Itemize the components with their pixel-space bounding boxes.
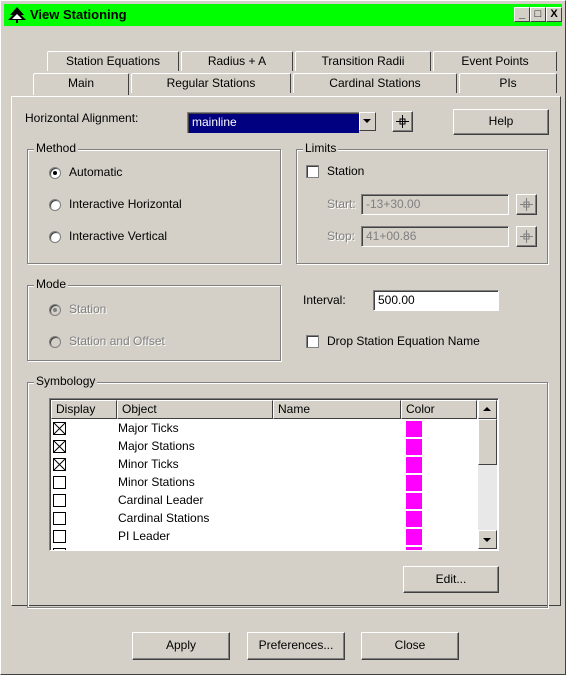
table-row[interactable]: Cardinal Leader — [51, 492, 476, 510]
start-station-field[interactable]: -13+30.00 — [361, 194, 509, 215]
column-header-object[interactable]: Object — [117, 400, 273, 419]
object-name: Major Stations — [118, 439, 195, 453]
help-button[interactable]: Help — [453, 109, 549, 135]
drop-station-equation-checkbox[interactable] — [306, 335, 319, 348]
radio-selected-dot — [53, 308, 57, 312]
arrow-down-icon — [483, 538, 491, 542]
tab-station-equations[interactable]: Station Equations — [47, 51, 179, 71]
display-checkbox[interactable] — [53, 494, 66, 507]
table-row[interactable]: Minor Ticks — [51, 456, 476, 474]
stop-station-field[interactable]: 41+00.86 — [361, 226, 509, 247]
display-checkbox[interactable] — [53, 458, 66, 471]
interval-label: Interval: — [303, 293, 346, 307]
method-interactive-horizontal-radio[interactable] — [49, 199, 61, 211]
scroll-thumb[interactable] — [478, 419, 497, 465]
method-interactive-horizontal-label: Interactive Horizontal — [69, 197, 182, 211]
maximize-button[interactable]: □ — [530, 7, 546, 22]
mode-station-offset-label: Station and Offset — [69, 334, 165, 348]
view-stationing-dialog: View Stationing _ □ X Station Equations … — [0, 0, 566, 675]
arrow-up-icon — [483, 407, 491, 411]
display-checkbox[interactable] — [53, 440, 66, 453]
stop-label: Stop: — [327, 229, 356, 243]
object-name: PI Leader — [118, 529, 171, 543]
mode-group: Mode — [27, 277, 281, 361]
window-title: View Stationing — [30, 7, 127, 22]
table-row[interactable]: Minor Stations — [51, 474, 476, 492]
object-name: Minor Ticks — [118, 457, 179, 471]
vertical-scrollbar[interactable] — [478, 400, 497, 549]
scroll-down-button[interactable] — [478, 530, 497, 549]
table-row[interactable]: Major Stations — [51, 438, 476, 456]
display-checkbox[interactable] — [53, 476, 66, 489]
display-checkbox[interactable] — [53, 530, 66, 543]
tab-main[interactable]: Main — [33, 73, 129, 95]
object-name: Cardinal Leader — [118, 493, 204, 507]
limits-legend: Limits — [303, 141, 339, 155]
method-automatic-radio[interactable] — [49, 167, 61, 179]
table-row[interactable]: Major Ticks — [51, 420, 476, 438]
object-name: Minor Stations — [118, 475, 195, 489]
mode-station-offset-radio[interactable] — [49, 336, 61, 348]
color-swatch[interactable] — [406, 457, 422, 473]
app-icon — [8, 6, 26, 24]
color-swatch[interactable] — [406, 493, 422, 509]
horizontal-alignment-dropdown[interactable]: mainline — [187, 112, 359, 133]
column-header-display[interactable]: Display — [51, 400, 117, 419]
scroll-up-button[interactable] — [478, 400, 497, 419]
method-interactive-vertical-label: Interactive Vertical — [69, 229, 168, 243]
limits-station-checkbox[interactable] — [306, 165, 319, 178]
display-checkbox[interactable] — [53, 548, 66, 550]
limits-station-label: Station — [327, 164, 365, 178]
column-header-color[interactable]: Color — [401, 400, 477, 419]
table-row[interactable]: Cardinal Stations — [51, 510, 476, 528]
mode-station-label: Station — [69, 302, 107, 316]
pick-alignment-button[interactable] — [392, 111, 413, 132]
symbology-table[interactable]: Display Object Name Color Major Ticks Ma… — [49, 398, 499, 551]
dropdown-arrow-button[interactable] — [359, 112, 376, 131]
color-swatch[interactable] — [406, 511, 422, 527]
method-interactive-vertical-radio[interactable] — [49, 231, 61, 243]
edit-button[interactable]: Edit... — [403, 566, 499, 593]
radio-selected-dot — [53, 171, 57, 175]
start-label: Start: — [327, 197, 356, 211]
horizontal-alignment-label: Horizontal Alignment: — [25, 111, 139, 125]
color-swatch[interactable] — [406, 529, 422, 545]
pick-stop-button[interactable] — [516, 226, 537, 247]
tab-cardinal-stations[interactable]: Cardinal Stations — [293, 73, 457, 93]
object-name: Major Ticks — [118, 421, 179, 435]
preferences-button[interactable]: Preferences... — [247, 632, 345, 660]
crosshair-icon — [520, 198, 533, 211]
column-header-name[interactable]: Name — [273, 400, 401, 419]
tab-event-points[interactable]: Event Points — [433, 51, 557, 71]
mode-legend: Mode — [34, 277, 69, 291]
tab-regular-stations[interactable]: Regular Stations — [131, 73, 291, 93]
tab-transition-radii[interactable]: Transition Radii — [295, 51, 431, 71]
apply-button[interactable]: Apply — [132, 632, 230, 660]
color-swatch[interactable] — [406, 439, 422, 455]
pick-start-button[interactable] — [516, 194, 537, 215]
chevron-down-icon — [363, 119, 371, 123]
table-row[interactable]: PI Leader — [51, 528, 476, 546]
table-row-partial[interactable] — [51, 546, 476, 550]
display-checkbox[interactable] — [53, 422, 66, 435]
drop-station-equation-label: Drop Station Equation Name — [327, 334, 480, 348]
object-name: Cardinal Stations — [118, 511, 210, 525]
color-swatch[interactable] — [406, 547, 422, 550]
close-window-button[interactable]: X — [546, 7, 562, 22]
display-checkbox[interactable] — [53, 512, 66, 525]
color-swatch[interactable] — [406, 475, 422, 491]
title-bar[interactable]: View Stationing _ □ X — [4, 4, 562, 26]
minimize-button[interactable]: _ — [514, 7, 530, 22]
mode-station-radio[interactable] — [49, 304, 61, 316]
symbology-legend: Symbology — [34, 374, 98, 388]
method-legend: Method — [34, 141, 79, 155]
crosshair-icon — [520, 230, 533, 243]
method-automatic-label: Automatic — [69, 165, 123, 179]
close-button[interactable]: Close — [361, 632, 459, 660]
crosshair-icon — [396, 115, 409, 128]
tab-radius-a[interactable]: Radius + A — [181, 51, 293, 71]
interval-field[interactable]: 500.00 — [373, 290, 499, 311]
tab-pis[interactable]: PIs — [459, 73, 557, 93]
color-swatch[interactable] — [406, 421, 422, 437]
